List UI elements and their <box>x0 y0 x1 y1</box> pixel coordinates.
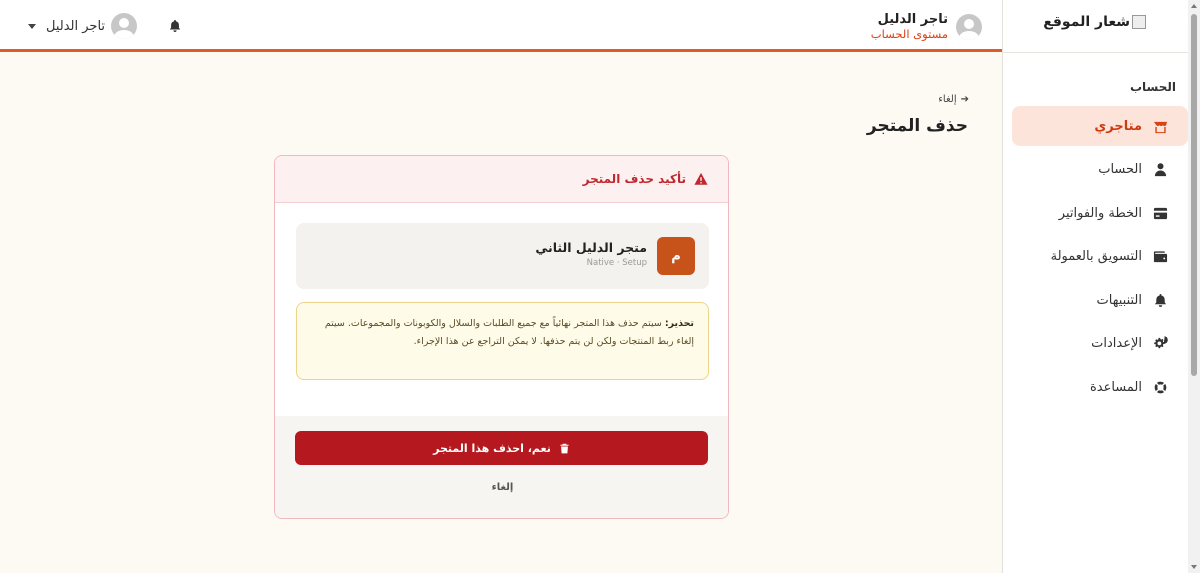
scroll-down-icon[interactable] <box>1191 565 1197 569</box>
divider <box>1002 52 1188 53</box>
confirm-delete-button[interactable]: نعم، احذف هذا المتجر <box>295 431 708 465</box>
scrollbar-thumb[interactable] <box>1191 14 1197 376</box>
back-link-label[interactable]: إلغاء <box>938 94 956 105</box>
avatar[interactable] <box>111 13 138 39</box>
warning-text: سيتم حذف هذا المتجر نهائياً مع جميع الطل… <box>324 318 694 347</box>
store-icon <box>1152 118 1168 134</box>
delete-confirmation-card: تأكيد حذف المتجر م متجر الدليل الثاني Na… <box>274 155 729 519</box>
account-avatar[interactable] <box>956 14 982 40</box>
store-summary: م متجر الدليل الثاني Native · Setup <box>296 223 709 289</box>
page-title: حذف المتجر <box>866 116 968 136</box>
sidebar-item-plan-billing[interactable]: الخطة والفواتير <box>1012 193 1188 233</box>
card-footer: نعم، احذف هذا المتجر إلغاء <box>275 416 728 518</box>
sidebar-item-label: التسويق بالعمولة <box>1050 249 1142 264</box>
wallet-icon <box>1152 249 1168 265</box>
sidebar-section-title: الحساب <box>1129 80 1176 94</box>
top-header: تاجر الدليل تاجر الدليل مستوى الحساب <box>0 0 1002 52</box>
sidebar-nav: متاجري الحساب الخطة والفواتير التسويق با… <box>1012 106 1188 411</box>
sidebar-item-notifications[interactable]: التنبيهات <box>1012 280 1188 320</box>
back-link[interactable]: ➔ إلغاء <box>938 94 969 105</box>
cancel-button[interactable]: إلغاء <box>275 482 728 493</box>
confirm-delete-label: نعم، احذف هذا المتجر <box>433 441 551 455</box>
card-header: تأكيد حذف المتجر <box>275 156 728 203</box>
sidebar-item-label: الحساب <box>1098 162 1142 177</box>
user-menu[interactable]: تاجر الدليل <box>28 13 138 39</box>
arrow-right-icon: ➔ <box>960 94 969 105</box>
sidebar-item-settings[interactable]: الإعدادات <box>1012 324 1188 364</box>
sidebar-item-my-stores[interactable]: متاجري <box>1012 106 1188 146</box>
warning-triangle-icon <box>694 172 708 185</box>
user-icon <box>1152 162 1168 178</box>
sidebar-item-label: الإعدادات <box>1091 336 1142 351</box>
logo-image-icon <box>1132 15 1146 29</box>
sidebar-item-label: متاجري <box>1094 118 1142 134</box>
store-name: متجر الدليل الثاني <box>535 240 647 255</box>
site-logo[interactable]: شعار الموقع <box>1043 14 1146 30</box>
trash-icon <box>560 443 569 453</box>
card-header-title: تأكيد حذف المتجر <box>582 172 686 186</box>
sidebar-item-account[interactable]: الحساب <box>1012 150 1188 190</box>
account-name: تاجر الدليل <box>877 12 948 27</box>
sidebar-item-label: المساعدة <box>1089 379 1142 395</box>
sidebar-item-help[interactable]: المساعدة <box>1012 367 1188 407</box>
account-summary[interactable]: تاجر الدليل مستوى الحساب <box>871 12 982 42</box>
notifications-bell-icon[interactable] <box>168 18 182 32</box>
account-level: مستوى الحساب <box>870 27 948 41</box>
store-meta: Native · Setup <box>586 258 647 268</box>
bell-icon <box>1152 292 1168 308</box>
sidebar-item-label: التنبيهات <box>1096 292 1142 308</box>
chevron-down-icon[interactable] <box>28 23 36 29</box>
page-scrollbar[interactable] <box>1188 0 1200 573</box>
life-ring-icon <box>1152 379 1168 395</box>
credit-card-icon <box>1152 205 1168 221</box>
sidebar: شعار الموقع الحساب متاجري الحساب الخطة و… <box>1002 0 1188 573</box>
user-menu-name[interactable]: تاجر الدليل <box>46 19 105 34</box>
logo-text: شعار الموقع <box>1043 14 1130 30</box>
gears-icon <box>1152 336 1168 352</box>
warning-box: تحذير: سيتم حذف هذا المتجر نهائياً مع جم… <box>296 302 709 380</box>
sidebar-item-label: الخطة والفواتير <box>1058 205 1142 221</box>
warning-label: تحذير: <box>664 318 694 329</box>
scroll-up-icon[interactable] <box>1191 4 1197 8</box>
store-avatar-badge: م <box>657 237 695 275</box>
sidebar-item-affiliate[interactable]: التسويق بالعمولة <box>1012 237 1188 277</box>
